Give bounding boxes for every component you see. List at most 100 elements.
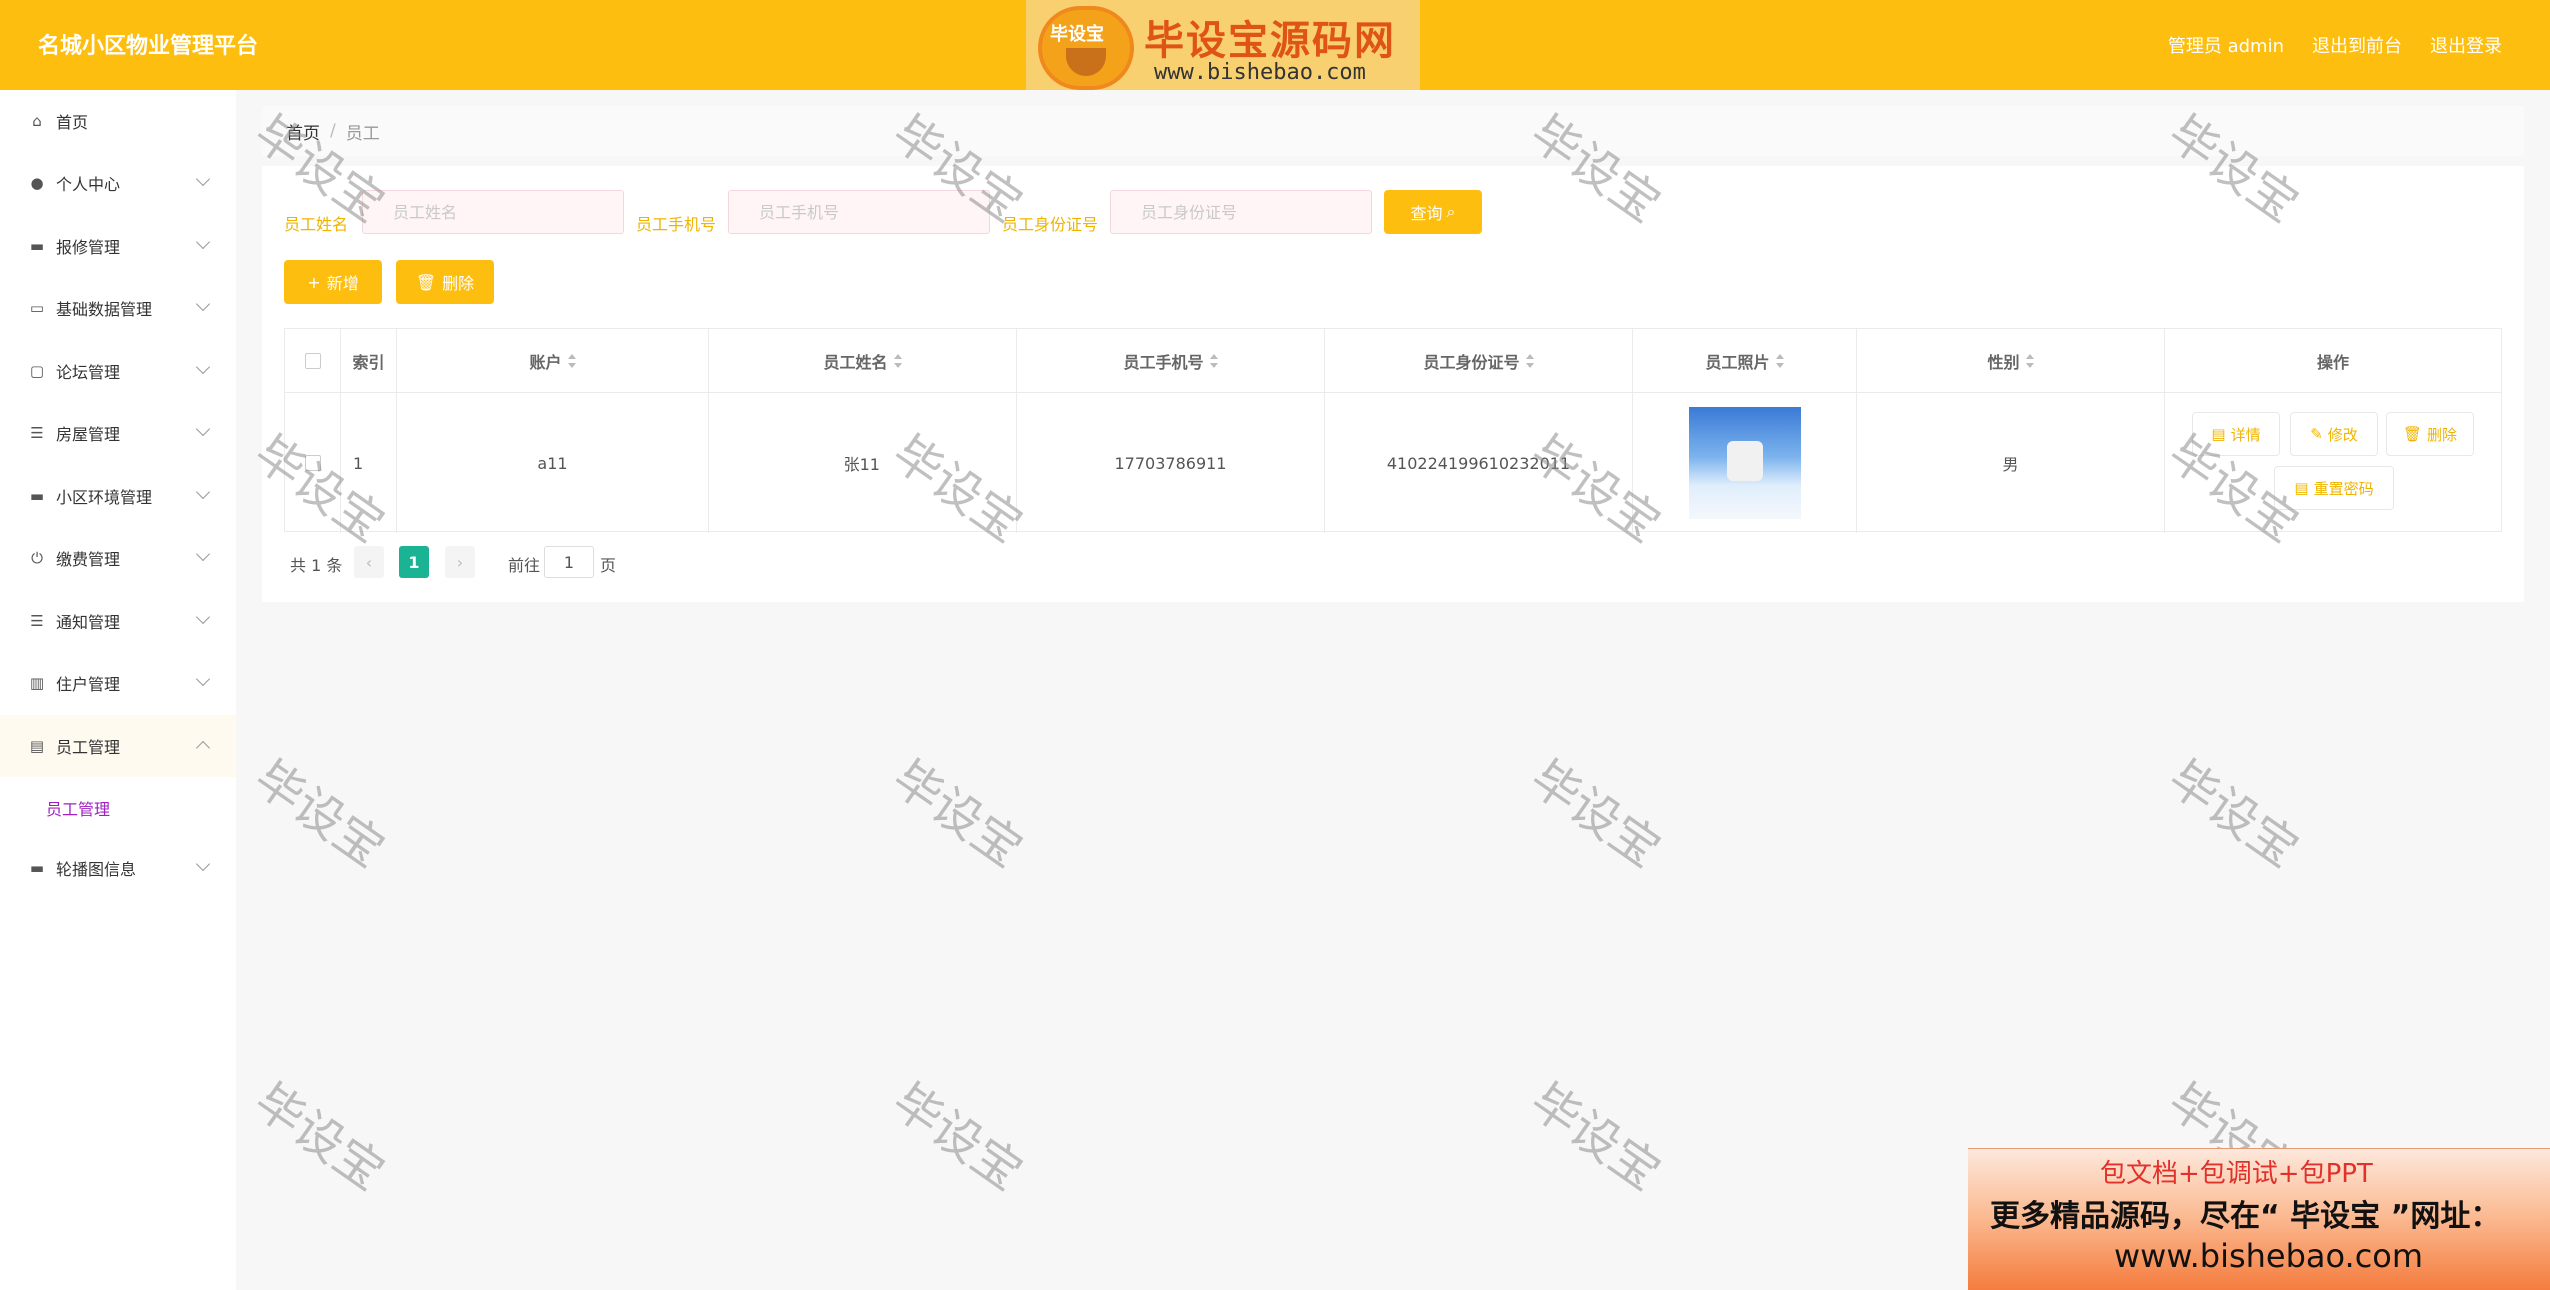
name-search-label: 员工姓名 bbox=[284, 215, 349, 234]
row-select-cell bbox=[285, 393, 341, 533]
watermark: 毕设宝 bbox=[1520, 749, 1671, 879]
power-icon: ⏻ bbox=[31, 549, 43, 567]
chevron-down-icon bbox=[195, 546, 211, 562]
next-page-button[interactable]: › bbox=[445, 546, 475, 578]
chevron-down-icon bbox=[195, 421, 211, 437]
goto-prefix: 前往 bbox=[508, 556, 541, 575]
sidebar-item-label: 个人中心 bbox=[56, 175, 121, 194]
logo-banner: 毕设宝 毕设宝源码网 www.bishebao.com bbox=[1026, 0, 1420, 90]
list-icon: ☰ bbox=[30, 424, 44, 442]
sort-icon[interactable] bbox=[567, 353, 576, 368]
sidebar-item-carousel[interactable]: ▬ 轮播图信息 bbox=[0, 837, 236, 899]
goto-page-input[interactable] bbox=[544, 546, 594, 578]
name-search-input[interactable] bbox=[362, 190, 624, 234]
promo-banner[interactable]: 包文档+包调试+包PPT 更多精品源码，尽在“ 毕设宝 ”网址： www.bis… bbox=[1968, 1148, 2550, 1290]
sidebar-item-payment[interactable]: ⏻ 缴费管理 bbox=[0, 527, 236, 589]
sort-icon[interactable] bbox=[1775, 353, 1784, 368]
td-index: 1 bbox=[341, 393, 397, 533]
sidebar-item-label: 基础数据管理 bbox=[56, 300, 153, 319]
prev-page-button[interactable]: ‹ bbox=[354, 546, 384, 578]
search-icon: ⌕ bbox=[1446, 202, 1456, 221]
chevron-down-icon bbox=[195, 856, 211, 872]
logo-badge-icon: 毕设宝 bbox=[1038, 6, 1134, 90]
sidebar-item-personal-center[interactable]: ● 个人中心 bbox=[0, 152, 236, 214]
photo-figure bbox=[1733, 425, 1757, 505]
sidebar-item-basic-data[interactable]: ▭ 基础数据管理 bbox=[0, 277, 236, 339]
chevron-down-icon bbox=[195, 671, 211, 687]
sort-icon[interactable] bbox=[2025, 353, 2034, 368]
sidebar-item-label: 房屋管理 bbox=[56, 425, 121, 444]
teapot-icon bbox=[1066, 48, 1106, 76]
home-icon: ⌂ bbox=[32, 112, 42, 130]
sidebar-item-environment[interactable]: ▬ 小区环境管理 bbox=[0, 465, 236, 527]
list-icon: ☰ bbox=[30, 612, 44, 630]
th-idcard[interactable]: 员工身份证号 bbox=[1325, 329, 1633, 392]
table-row: 1 a11 张11 17703786911 410224199610232011… bbox=[285, 393, 2501, 533]
phone-search-label: 员工手机号 bbox=[636, 215, 717, 234]
th-phone[interactable]: 员工手机号 bbox=[1017, 329, 1325, 392]
sidebar-subitem-staff-management[interactable]: 员工管理 bbox=[0, 780, 236, 836]
sidebar-item-label: 员工管理 bbox=[56, 738, 121, 757]
sort-icon[interactable] bbox=[1209, 353, 1218, 368]
td-name: 张11 bbox=[709, 393, 1017, 533]
sidebar-item-home[interactable]: ⌂ 首页 bbox=[0, 90, 236, 152]
chat-icon: ▢ bbox=[29, 362, 45, 380]
breadcrumb: 首页 / 员工 bbox=[262, 106, 2524, 156]
app-title: 名城小区物业管理平台 bbox=[38, 34, 259, 59]
th-name[interactable]: 员工姓名 bbox=[709, 329, 1017, 392]
top-header: 名城小区物业管理平台 毕设宝 毕设宝源码网 www.bishebao.com 管… bbox=[0, 0, 2550, 90]
monitor-icon: ▭ bbox=[29, 299, 45, 317]
staff-table: 索引 账户 员工姓名 员工手机号 员工身份证号 员工照片 性别 操作 1 a11… bbox=[284, 328, 2502, 533]
page-1-button[interactable]: 1 bbox=[399, 546, 429, 578]
sidebar-item-label: 小区环境管理 bbox=[56, 488, 153, 507]
sidebar-item-repair[interactable]: ▬ 报修管理 bbox=[0, 215, 236, 277]
sidebar-item-notice[interactable]: ☰ 通知管理 bbox=[0, 590, 236, 652]
chevron-down-icon bbox=[195, 234, 211, 250]
sidebar-item-house[interactable]: ☰ 房屋管理 bbox=[0, 402, 236, 464]
td-phone: 17703786911 bbox=[1017, 393, 1325, 533]
tools-icon: ▬ bbox=[29, 237, 45, 255]
picture-icon: ▬ bbox=[29, 859, 45, 877]
sidebar-item-label: 论坛管理 bbox=[56, 363, 121, 382]
row-checkbox[interactable] bbox=[304, 455, 321, 471]
detail-button[interactable]: ▤ 详情 bbox=[2192, 412, 2280, 456]
th-gender[interactable]: 性别 bbox=[1857, 329, 2165, 392]
document-icon: ▤ bbox=[2294, 479, 2309, 497]
add-button-label: 新增 bbox=[326, 274, 359, 293]
edit-button[interactable]: ✎ 修改 bbox=[2290, 412, 2378, 456]
sort-icon[interactable] bbox=[1525, 353, 1534, 368]
sidebar-item-forum[interactable]: ▢ 论坛管理 bbox=[0, 340, 236, 402]
staff-photo[interactable] bbox=[1688, 407, 1801, 519]
idcard-search-input[interactable] bbox=[1110, 190, 1372, 234]
document-icon: ▤ bbox=[2211, 425, 2226, 443]
admin-label: 管理员 admin bbox=[2167, 36, 2284, 57]
promo-line-1: 包文档+包调试+包PPT bbox=[2100, 1159, 2373, 1189]
exit-to-frontend-link[interactable]: 退出到前台 bbox=[2312, 32, 2402, 58]
reset-password-button[interactable]: ▤ 重置密码 bbox=[2274, 466, 2394, 510]
message-icon: ▬ bbox=[29, 487, 45, 505]
th-account[interactable]: 账户 bbox=[397, 329, 709, 392]
promo-line-2: 更多精品源码，尽在“ 毕设宝 ”网址： bbox=[1990, 1199, 2501, 1234]
watermark: 毕设宝 bbox=[244, 1072, 395, 1202]
sidebar-item-resident[interactable]: ▥ 住户管理 bbox=[0, 652, 236, 714]
th-photo[interactable]: 员工照片 bbox=[1633, 329, 1857, 392]
td-gender: 男 bbox=[1857, 393, 2165, 533]
edit-icon: ✎ bbox=[2310, 425, 2323, 443]
trash-icon: 🗑 bbox=[2402, 425, 2423, 443]
idcard-search-label: 员工身份证号 bbox=[1002, 215, 1099, 234]
query-button[interactable]: 查询 ⌕ bbox=[1384, 190, 1482, 234]
delete-button[interactable]: 🗑 删除 bbox=[396, 260, 494, 304]
row-delete-button[interactable]: 🗑 删除 bbox=[2386, 412, 2474, 456]
goto-suffix: 页 bbox=[600, 556, 617, 575]
sidebar-item-label: 通知管理 bbox=[56, 613, 121, 632]
pagination-total: 共 1 条 bbox=[290, 556, 343, 575]
add-button[interactable]: + 新增 bbox=[284, 260, 382, 304]
sidebar-item-staff[interactable]: ▤ 员工管理 bbox=[0, 715, 236, 777]
sort-icon[interactable] bbox=[893, 353, 902, 368]
chevron-down-icon bbox=[195, 359, 211, 375]
logout-link[interactable]: 退出登录 bbox=[2430, 32, 2502, 58]
select-all-checkbox[interactable] bbox=[304, 352, 321, 369]
breadcrumb-home[interactable]: 首页 bbox=[286, 119, 320, 144]
watermark: 毕设宝 bbox=[882, 749, 1033, 879]
phone-search-input[interactable] bbox=[728, 190, 990, 234]
